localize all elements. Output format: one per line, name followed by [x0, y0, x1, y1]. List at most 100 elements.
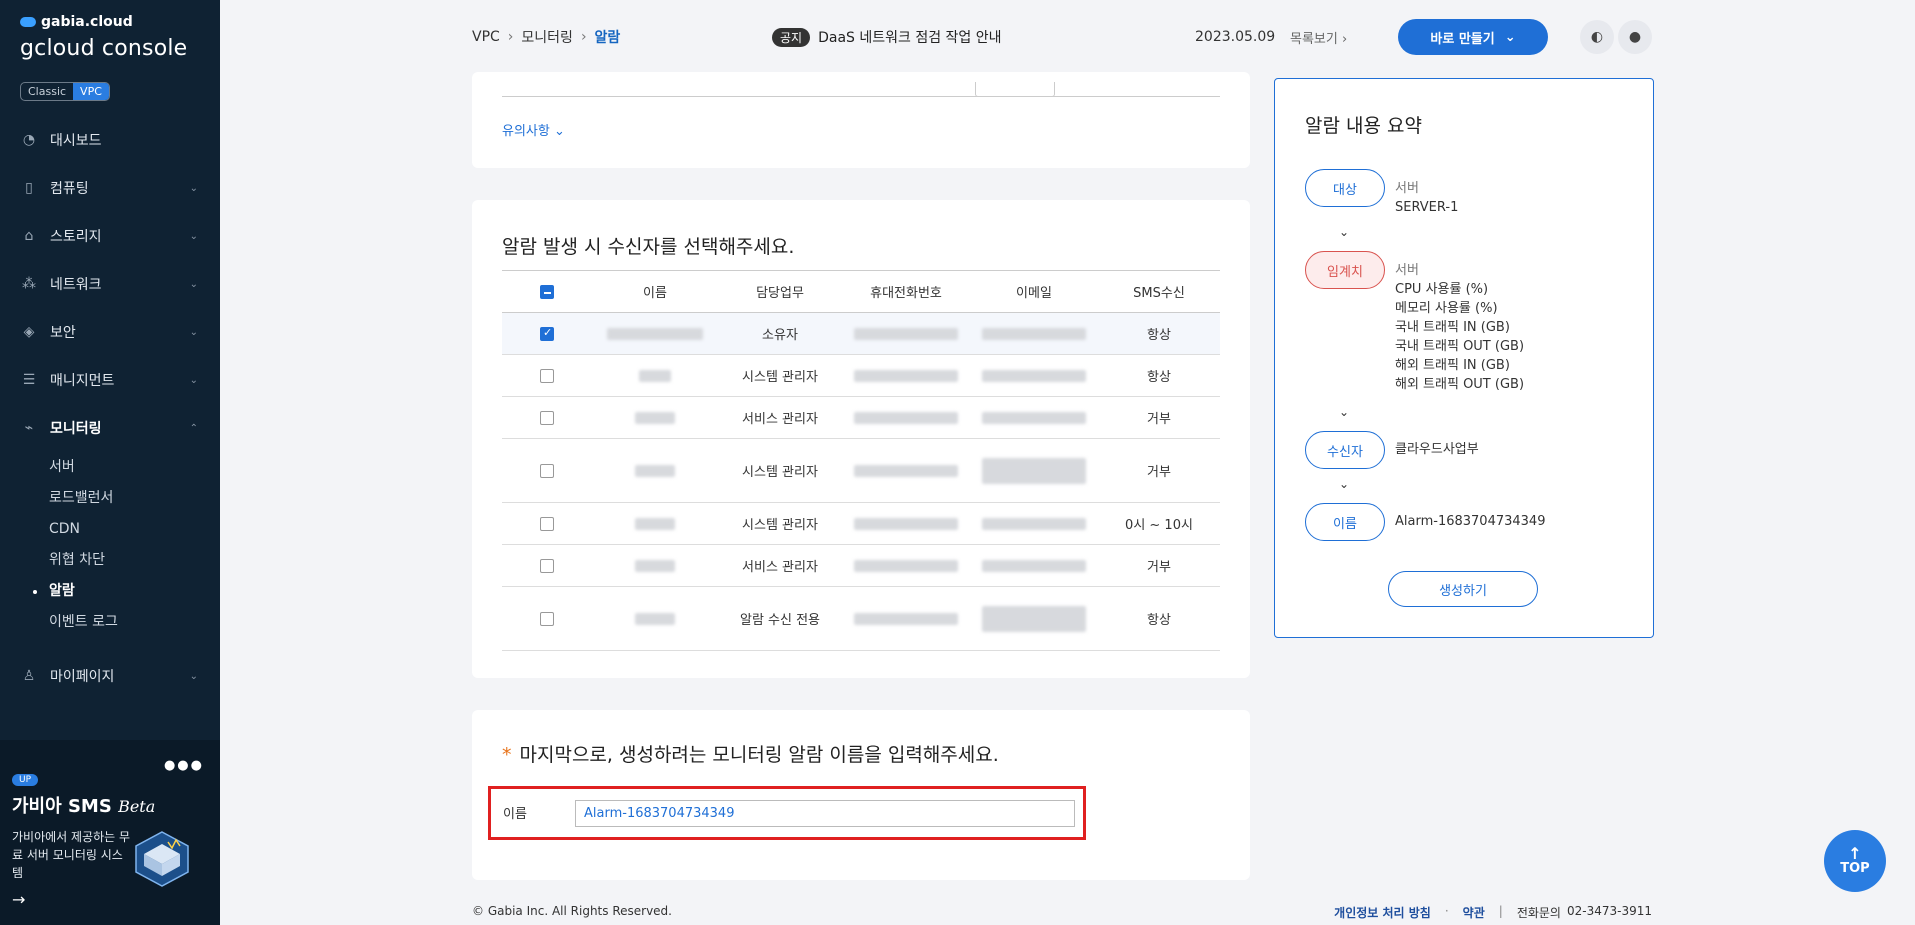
table-row[interactable]: 소유자 항상: [502, 312, 1220, 355]
blurred-email: [982, 411, 1086, 424]
server-illustration-icon: [135, 831, 189, 887]
table-row[interactable]: 시스템 관리자 0시 ~ 10시: [502, 502, 1220, 545]
row-checkbox[interactable]: [540, 463, 554, 478]
sms-cell: 0시 ~ 10시: [1098, 502, 1220, 545]
copyright: © Gabia Inc. All Rights Reserved.: [472, 904, 672, 918]
breadcrumb-alarm[interactable]: 알람: [595, 27, 621, 47]
management-icon: ☰: [22, 372, 36, 388]
sidebar-item-management[interactable]: ☰ 매니지먼트 ⌄: [0, 356, 220, 404]
table-row[interactable]: 시스템 관리자 항상: [502, 354, 1220, 397]
profile-icon[interactable]: ●: [1618, 20, 1652, 54]
arrow-right-icon[interactable]: →: [12, 890, 25, 909]
threshold-item: 국내 트래픽 IN (GB): [1395, 320, 1510, 335]
role-cell: 시스템 관리자: [718, 354, 842, 397]
row-checkbox[interactable]: [540, 410, 554, 425]
row-checkbox[interactable]: [540, 611, 554, 626]
quick-create-button[interactable]: 바로 만들기 ⌄: [1398, 19, 1548, 55]
sidebar-item-computing[interactable]: ▯ 컴퓨팅 ⌄: [0, 164, 220, 212]
blurred-name: [635, 612, 675, 625]
table-row[interactable]: 시스템 관리자 거부: [502, 438, 1220, 503]
role-cell: 시스템 관리자: [718, 438, 842, 503]
top-header: VPC › 모니터링 › 알람 공지 DaaS 네트워크 점검 작업 안내 20…: [472, 18, 1652, 56]
threshold-item: CPU 사용률 (%): [1395, 282, 1489, 297]
footer-divider: |: [1498, 904, 1503, 918]
sms-cell: 항상: [1098, 586, 1220, 651]
sidebar-item-monitoring[interactable]: ⌁ 모니터링 ⌃: [0, 404, 220, 452]
storage-icon: ⌂: [24, 228, 34, 244]
input-stub: [975, 82, 1055, 97]
table-header-row: 이름 담당업무 휴대전화번호 이메일 SMS수신: [502, 270, 1220, 313]
column-header: 휴대전화번호: [842, 270, 970, 313]
required-mark: *: [502, 744, 512, 766]
terms-link[interactable]: 약관: [1463, 904, 1485, 921]
table-row[interactable]: 서비스 관리자 거부: [502, 396, 1220, 439]
promo-title-text: 가비아 SMS: [12, 796, 112, 817]
dashboard-icon: ◔: [22, 132, 36, 148]
quick-create-label: 바로 만들기: [1430, 31, 1495, 47]
threshold-info: 서버 CPU 사용률 (%) 메모리 사용률 (%) 국내 트래픽 IN (GB…: [1395, 261, 1524, 394]
footer: © Gabia Inc. All Rights Reserved. 개인정보 처…: [472, 904, 1652, 921]
carousel-dots[interactable]: ●●●: [164, 758, 204, 773]
notice-text[interactable]: DaaS 네트워크 점검 작업 안내: [818, 27, 1001, 47]
mode-toggle: Classic VPC: [20, 82, 110, 101]
submenu-item-server[interactable]: 서버: [49, 452, 220, 483]
sidebar-item-network[interactable]: ⁂ 네트워크 ⌄: [0, 260, 220, 308]
chevron-down-icon: ⌄: [1339, 477, 1350, 491]
table-row[interactable]: 알람 수신 전용 항상: [502, 586, 1220, 651]
name-pill: 이름: [1305, 503, 1385, 541]
breadcrumb: VPC › 모니터링 › 알람: [472, 27, 620, 47]
sidebar-item-label: 마이페이지: [50, 669, 115, 685]
chevron-down-icon: ⌄: [189, 374, 198, 386]
blurred-email: [982, 559, 1086, 572]
footer-dot: ·: [1444, 904, 1449, 918]
contact-number: 02-3473-3911: [1566, 904, 1652, 918]
sidebar-item-label: 보안: [50, 325, 76, 341]
chevron-down-icon: ⌄: [189, 670, 198, 682]
privacy-link[interactable]: 개인정보 처리 방침: [1334, 904, 1431, 921]
mode-vpc[interactable]: VPC: [73, 83, 109, 100]
breadcrumb-monitoring[interactable]: 모니터링: [521, 27, 573, 47]
recipient-value: 클라우드사업부: [1395, 442, 1479, 457]
mode-classic[interactable]: Classic: [21, 83, 73, 100]
submenu-item-cdn[interactable]: CDN: [49, 514, 220, 545]
chevron-right-icon: ›: [580, 29, 587, 45]
notes-toggle[interactable]: 유의사항 ⌄: [502, 120, 565, 139]
create-button[interactable]: 생성하기: [1388, 571, 1538, 607]
recipient-pill: 수신자: [1305, 431, 1385, 469]
promo-description: 가비아에서 제공하는 무료 서버 모니터링 시스템: [12, 830, 131, 880]
sidebar-item-label: 스토리지: [50, 229, 102, 245]
sms-cell: 거부: [1098, 396, 1220, 439]
submenu-item-event-log[interactable]: 이벤트 로그: [49, 607, 220, 638]
submenu-item-alarm[interactable]: 알람: [33, 576, 220, 607]
submenu-item-loadbalancer[interactable]: 로드밸런서: [49, 483, 220, 514]
divider: [502, 96, 1220, 97]
scroll-top-button[interactable]: ↑ TOP: [1824, 830, 1886, 892]
sidebar-item-security[interactable]: ◈ 보안 ⌄: [0, 308, 220, 356]
table-row[interactable]: 서비스 관리자 거부: [502, 544, 1220, 587]
chat-icon[interactable]: ◐: [1580, 20, 1614, 54]
blurred-name: [635, 464, 675, 477]
blurred-phone: [854, 464, 958, 477]
submenu-item-threat-block[interactable]: 위협 차단: [49, 545, 220, 576]
sidebar-item-dashboard[interactable]: ◔ 대시보드: [0, 116, 220, 164]
row-checkbox[interactable]: [540, 326, 554, 341]
sidebar-item-mypage[interactable]: ♙ 마이페이지 ⌄: [0, 652, 220, 700]
column-header: 이름: [592, 270, 718, 313]
brand-logo[interactable]: gabia.cloud: [20, 14, 133, 30]
sidebar-item-label: 매니지먼트: [50, 373, 115, 389]
notice-list-link[interactable]: 목록보기 ›: [1290, 28, 1347, 47]
alarm-name-input[interactable]: [575, 800, 1075, 827]
role-cell: 소유자: [718, 312, 842, 355]
alarm-name-title: * 마지막으로, 생성하려는 모니터링 알람 이름을 입력해주세요.: [502, 740, 999, 767]
row-checkbox[interactable]: [540, 558, 554, 573]
breadcrumb-vpc[interactable]: VPC: [472, 29, 500, 45]
row-checkbox[interactable]: [540, 516, 554, 531]
sidebar-item-storage[interactable]: ⌂ 스토리지 ⌄: [0, 212, 220, 260]
promo-banner[interactable]: ●●● UP 가비아 SMS Beta 가비아에서 제공하는 무료 서버 모니터…: [0, 740, 220, 925]
summary-title: 알람 내용 요약: [1305, 115, 1422, 137]
brand-title[interactable]: gcloud console: [20, 36, 187, 61]
notice-bar[interactable]: 공지 DaaS 네트워크 점검 작업 안내: [772, 27, 1002, 47]
row-checkbox[interactable]: [540, 368, 554, 383]
chevron-down-icon: ⌄: [189, 278, 198, 290]
select-all-checkbox[interactable]: [540, 284, 554, 299]
